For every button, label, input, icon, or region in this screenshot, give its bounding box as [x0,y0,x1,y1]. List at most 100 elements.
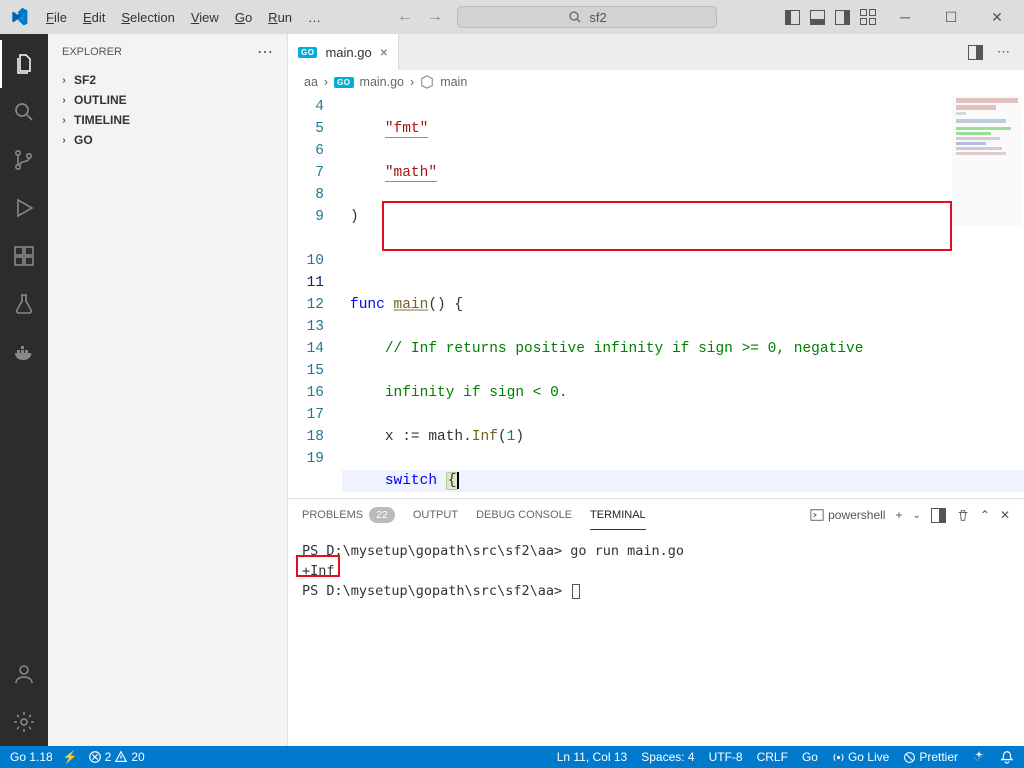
menu-run[interactable]: Run [260,6,300,29]
beaker-icon [12,292,36,316]
status-go-version[interactable]: Go 1.18 [10,750,53,764]
code-content[interactable]: "fmt" "math" ) func main() { // Inf retu… [342,94,1024,498]
menu-bar: File Edit Selection View Go Run … [38,6,329,29]
activity-settings[interactable] [0,698,48,746]
status-indentation[interactable]: Spaces: 4 [641,750,694,764]
activity-explorer[interactable] [0,40,48,88]
status-problems[interactable]: 2 20 [88,750,145,764]
layout-controls [785,9,876,25]
minimap[interactable] [952,96,1022,226]
activity-search[interactable] [0,88,48,136]
status-lightning-icon[interactable]: ⚡ [63,750,78,764]
menu-edit[interactable]: Edit [75,6,113,29]
nav-back-icon[interactable]: ← [397,8,413,26]
terminal-icon [810,508,824,522]
editor-group: GO main.go × ⋯ aa› GO main.go› main 4567… [288,34,1024,746]
breadcrumb[interactable]: aa› GO main.go› main [288,70,1024,94]
tab-close-icon[interactable]: × [380,44,388,60]
chevron-right-icon: › [58,75,70,86]
tab-label: main.go [325,45,371,60]
activity-bar [0,34,48,746]
status-language[interactable]: Go [802,750,818,764]
terminal[interactable]: PS D:\mysetup\gopath\src\sf2\aa> go run … [288,531,1024,746]
container-icon [12,340,36,364]
bottom-panel: PROBLEMS22 OUTPUT DEBUG CONSOLE TERMINAL… [288,498,1024,746]
split-editor-icon[interactable] [968,45,983,60]
symbol-icon [420,75,434,89]
maximize-button[interactable]: ☐ [928,0,974,34]
search-icon [567,9,583,25]
play-icon [12,196,36,220]
minimize-button[interactable]: ─ [882,0,928,34]
warning-icon [114,750,128,764]
prettier-icon [903,751,916,764]
sidebar-item-go[interactable]: ›GO [48,130,287,150]
title-bar: File Edit Selection View Go Run … ← → sf… [0,0,1024,34]
nav-forward-icon[interactable]: → [427,8,443,26]
activity-scm[interactable] [0,136,48,184]
chevron-right-icon: › [58,115,70,126]
vscode-logo-icon [10,8,28,26]
layout-customize-icon[interactable] [860,9,876,25]
layout-sidebar-left-icon[interactable] [785,10,800,25]
activity-docker[interactable] [0,328,48,376]
panel-tabs: PROBLEMS22 OUTPUT DEBUG CONSOLE TERMINAL… [288,499,1024,531]
tab-main-go[interactable]: GO main.go × [288,34,399,70]
layout-sidebar-right-icon[interactable] [835,10,850,25]
panel-tab-problems[interactable]: PROBLEMS22 [302,499,395,531]
sidebar-item-outline[interactable]: ›OUTLINE [48,90,287,110]
chevron-right-icon: › [58,95,70,106]
command-center-search[interactable]: sf2 [457,6,717,28]
terminal-profile[interactable]: powershell [810,508,885,522]
terminal-dropdown-icon[interactable]: ⌄ [912,510,920,521]
menu-go[interactable]: Go [227,6,260,29]
breadcrumb-file[interactable]: main.go [360,75,404,89]
menu-more[interactable]: … [300,6,329,29]
status-go-live[interactable]: Go Live [832,750,889,764]
editor-more-icon[interactable]: ⋯ [997,44,1010,60]
status-prettier[interactable]: Prettier [903,750,958,764]
panel-tab-output[interactable]: OUTPUT [413,501,458,529]
split-terminal-icon[interactable] [931,508,946,523]
line-gutter: 456789.10111213141516171819 [288,94,342,498]
explorer-more-icon[interactable]: ⋯ [257,42,273,62]
terminal-line: +Inf [302,561,1010,581]
menu-view[interactable]: View [183,6,227,29]
terminal-cursor [572,584,580,599]
menu-selection[interactable]: Selection [113,6,182,29]
terminal-line: PS D:\mysetup\gopath\src\sf2\aa> go run … [302,541,1010,561]
kill-terminal-icon[interactable] [956,508,970,522]
error-icon [88,750,102,764]
breadcrumb-symbol[interactable]: main [440,75,467,89]
menu-file[interactable]: File [38,6,75,29]
activity-extensions[interactable] [0,232,48,280]
files-icon [12,52,36,76]
panel-tab-terminal[interactable]: TERMINAL [590,501,646,530]
account-icon [12,662,36,686]
new-terminal-icon[interactable]: + [895,508,902,522]
panel-maximize-icon[interactable]: ⌃ [980,508,990,522]
sidebar-item-timeline[interactable]: ›TIMELINE [48,110,287,130]
breadcrumb-folder[interactable]: aa [304,75,318,89]
close-button[interactable]: ✕ [974,0,1020,34]
search-text: sf2 [589,10,606,25]
tab-bar: GO main.go × ⋯ [288,34,1024,70]
sidebar-item-sf2[interactable]: ›SF2 [48,70,287,90]
status-bell-icon[interactable] [1000,750,1014,764]
activity-account[interactable] [0,650,48,698]
extensions-icon [12,244,36,268]
panel-tab-debug[interactable]: DEBUG CONSOLE [476,501,572,529]
branch-icon [12,148,36,172]
code-editor[interactable]: 456789.10111213141516171819 "fmt" "math"… [288,94,1024,498]
status-encoding[interactable]: UTF-8 [709,750,743,764]
go-file-icon: GO [298,47,317,58]
layout-panel-icon[interactable] [810,10,825,25]
explorer-sidebar: EXPLORER ⋯ ›SF2 ›OUTLINE ›TIMELINE ›GO [48,34,288,746]
status-eol[interactable]: CRLF [757,750,788,764]
activity-testing[interactable] [0,280,48,328]
activity-run-debug[interactable] [0,184,48,232]
panel-close-icon[interactable]: ✕ [1000,508,1010,522]
chevron-right-icon: › [58,135,70,146]
status-feedback-icon[interactable] [972,750,986,764]
status-cursor-position[interactable]: Ln 11, Col 13 [557,750,628,764]
